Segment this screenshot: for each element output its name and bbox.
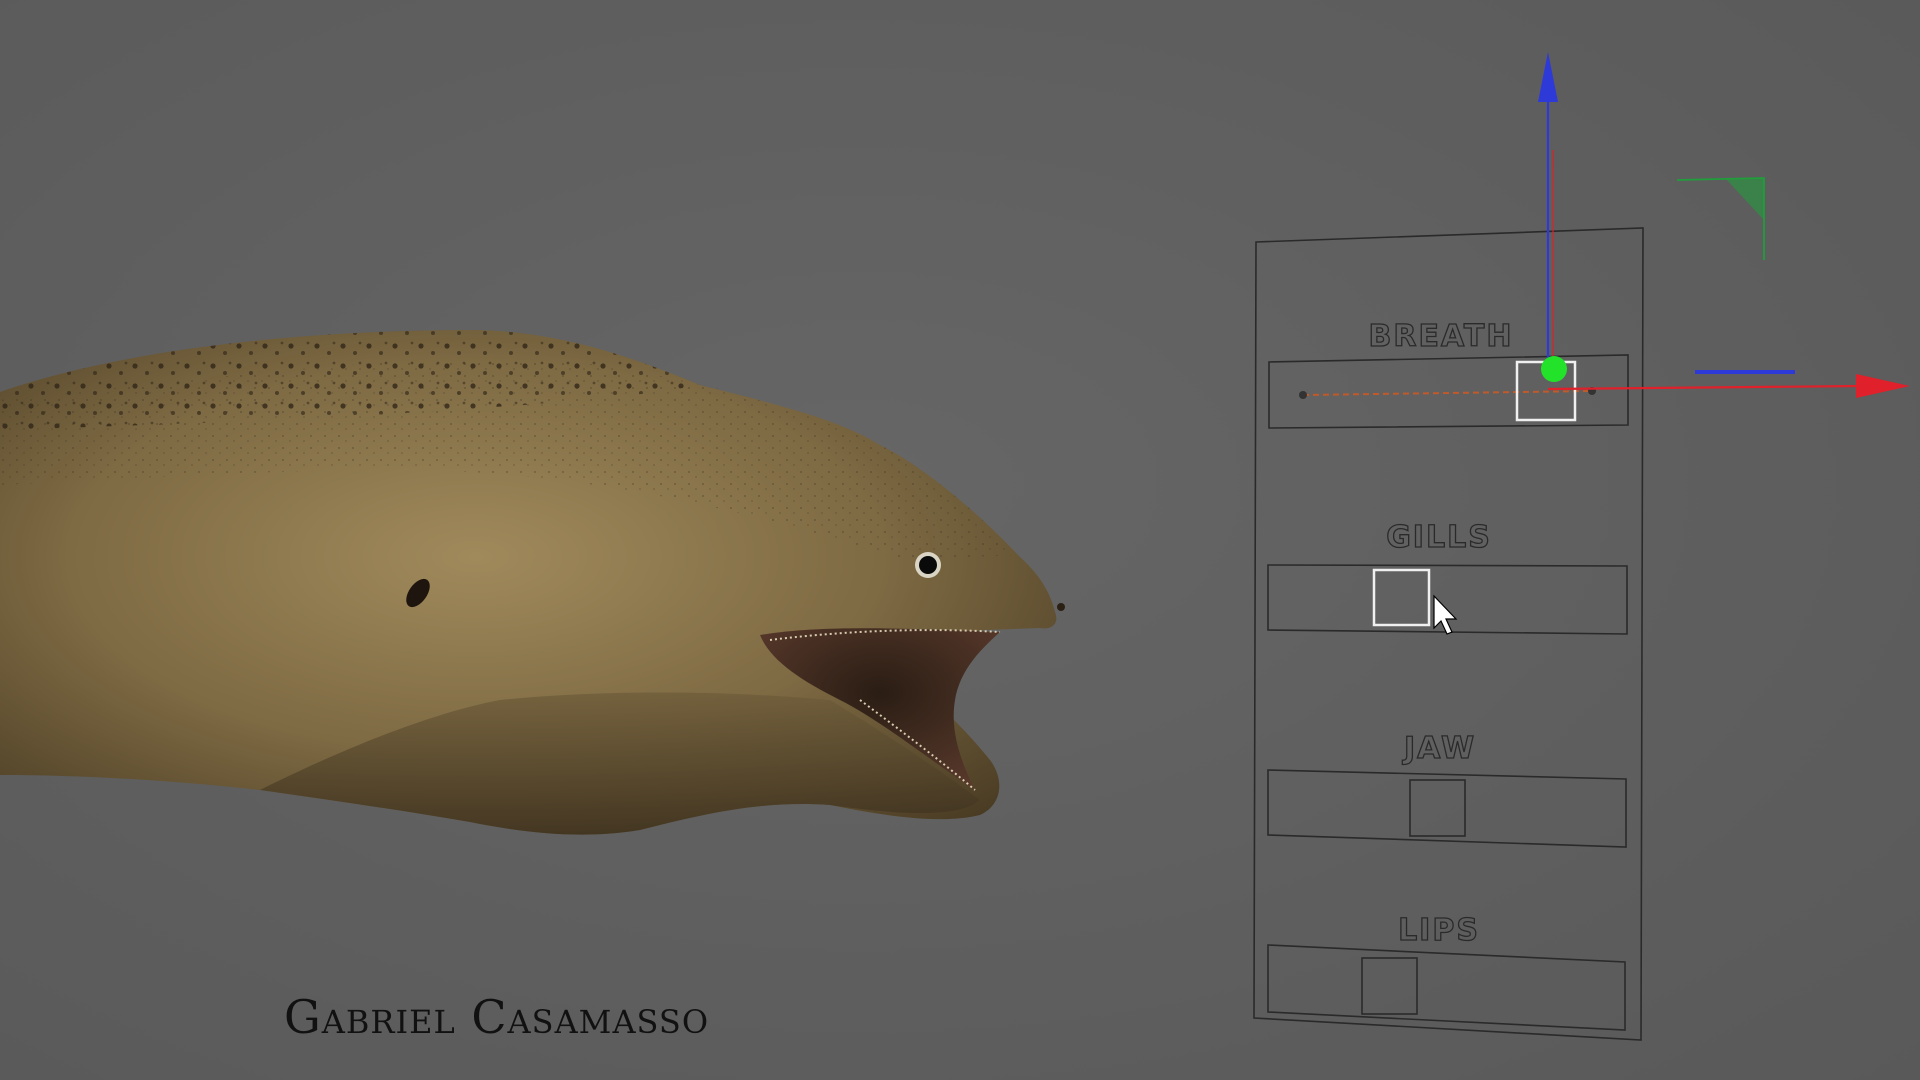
gizmo-center-handle[interactable] <box>1541 356 1567 382</box>
transform-gizmo[interactable] <box>1538 52 1910 398</box>
breath-slider-path <box>1302 390 1593 396</box>
moray-eel-model[interactable] <box>0 330 1065 835</box>
lips-slider-handle[interactable] <box>1361 957 1418 1015</box>
breath-label: BREATH <box>1369 319 1514 354</box>
lips-slider-group[interactable]: LIPS <box>1267 912 1626 1031</box>
mouse-pointer-icon <box>1433 594 1458 635</box>
viewport-canvas[interactable]: BREATH GILLS JAW LIPS <box>0 0 1920 1080</box>
jaw-slider-group[interactable]: JAW <box>1267 730 1627 848</box>
lips-label: LIPS <box>1398 913 1480 948</box>
gills-label: GILLS <box>1386 520 1492 555</box>
jaw-slider-handle[interactable] <box>1409 779 1466 837</box>
3d-viewport[interactable]: BREATH GILLS JAW LIPS Gabriel Casamasso <box>0 0 1920 1080</box>
gizmo-x-arrow-icon[interactable] <box>1856 374 1910 398</box>
gizmo-plane-handle-icon[interactable] <box>1725 178 1764 220</box>
gills-slider-handle[interactable] <box>1372 568 1431 627</box>
gizmo-y-arrow-icon[interactable] <box>1538 52 1558 102</box>
gizmo-x-axis <box>1547 384 1861 391</box>
breath-slider-group[interactable]: BREATH <box>1268 318 1629 429</box>
lips-slider-track <box>1267 944 1626 1031</box>
author-credit: Gabriel Casamasso <box>284 990 710 1044</box>
jaw-label: JAW <box>1402 731 1476 766</box>
